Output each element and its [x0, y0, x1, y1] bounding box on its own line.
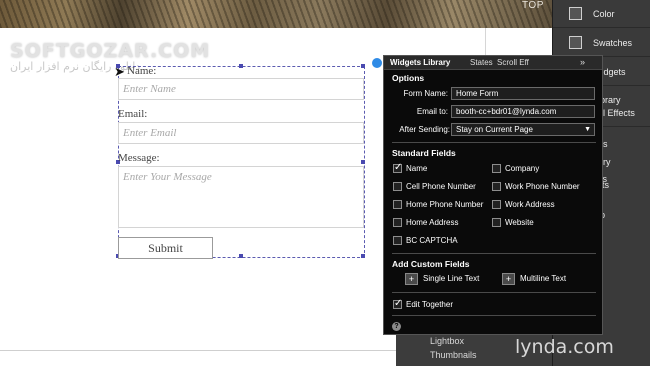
- help-icon[interactable]: ?: [392, 322, 401, 331]
- swatches-icon: [569, 36, 582, 49]
- submit-button[interactable]: Submit: [118, 237, 213, 259]
- divider: [392, 142, 596, 143]
- tray-item-thumbnails[interactable]: Thumbnails: [430, 350, 477, 360]
- form-name-input[interactable]: Home Form: [451, 87, 595, 100]
- widget-options-dot[interactable]: [372, 58, 382, 68]
- checkbox-home-address[interactable]: [393, 218, 402, 227]
- top-label: TOP: [522, 0, 544, 11]
- message-field[interactable]: Enter Your Message: [118, 166, 364, 228]
- header-photo-strip: [0, 0, 552, 28]
- checkbox-cell-phone[interactable]: [393, 182, 402, 191]
- add-multiline-button[interactable]: +: [502, 273, 515, 285]
- checkbox-website[interactable]: [492, 218, 501, 227]
- email-to-input[interactable]: booth-cc+bdr01@lynda.com: [451, 105, 595, 118]
- tab-widgets-library[interactable]: Widgets Library: [390, 58, 450, 67]
- tab-states[interactable]: States: [470, 58, 493, 67]
- checkbox-label-home-phone: Home Phone Number: [406, 200, 484, 209]
- panel-menu-icon[interactable]: »: [580, 57, 585, 67]
- resize-handle[interactable]: [361, 64, 365, 68]
- form-name-label: Form Name:: [403, 89, 448, 98]
- divider: [392, 292, 596, 293]
- checkbox-label-captcha: BC CAPTCHA: [406, 236, 458, 245]
- checkbox-edit-together[interactable]: [393, 298, 402, 309]
- resize-handle[interactable]: [239, 64, 243, 68]
- checkbox-label-work-phone: Work Phone Number: [505, 182, 580, 191]
- checkbox-work-phone[interactable]: [492, 182, 501, 191]
- tab-scroll-effects[interactable]: Scroll Eff: [497, 58, 529, 67]
- email-to-label: Email to:: [416, 107, 448, 116]
- resize-handle[interactable]: [361, 254, 365, 258]
- checkbox-label-home-address: Home Address: [406, 218, 459, 227]
- widgets-options-panel: Widgets Library States Scroll Eff » Opti…: [383, 55, 603, 335]
- edit-together-label: Edit Together: [406, 300, 453, 309]
- after-sending-select[interactable]: Stay on Current Page ▼: [451, 123, 595, 136]
- standard-fields-title: Standard Fields: [392, 148, 456, 158]
- message-label: Message:: [118, 152, 160, 164]
- options-title: Options: [392, 73, 425, 83]
- multiline-label: Multiline Text: [520, 274, 567, 283]
- resize-handle[interactable]: [239, 254, 243, 258]
- tray-item-lightbox[interactable]: Lightbox: [430, 336, 464, 346]
- checkbox-label-company: Company: [505, 164, 540, 173]
- checkbox-name[interactable]: [393, 162, 402, 173]
- checkbox-label-website: Website: [505, 218, 534, 227]
- chevron-down-icon: ▼: [584, 126, 591, 133]
- after-sending-value: Stay on Current Page: [456, 125, 533, 134]
- panel-item-swatches[interactable]: Swatches: [553, 29, 650, 57]
- resize-handle[interactable]: [361, 160, 365, 164]
- checkbox-label-work-address: Work Address: [505, 200, 555, 209]
- panel-item-color[interactable]: Color: [553, 0, 650, 28]
- name-label: Name:: [127, 65, 157, 77]
- checkbox-work-address[interactable]: [492, 200, 501, 209]
- name-field[interactable]: Enter Name: [118, 78, 364, 100]
- checkbox-captcha[interactable]: [393, 236, 402, 245]
- single-line-label: Single Line Text: [423, 274, 480, 283]
- checkbox-label-cell-phone: Cell Phone Number: [406, 182, 476, 191]
- lynda-logo: lynda.com: [515, 336, 614, 358]
- divider: [392, 315, 596, 316]
- email-field[interactable]: Enter Email: [118, 122, 364, 144]
- add-single-line-button[interactable]: +: [405, 273, 418, 285]
- panel-tabs: Widgets Library States Scroll Eff »: [384, 56, 602, 70]
- checkbox-company[interactable]: [492, 164, 501, 173]
- checkbox-home-phone[interactable]: [393, 200, 402, 209]
- watermark-brand: SOFTGOZAR.COM: [10, 40, 211, 62]
- color-icon: [569, 7, 582, 20]
- after-sending-label: After Sending:: [399, 125, 450, 134]
- divider: [392, 253, 596, 254]
- email-label: Email:: [118, 108, 148, 120]
- checkbox-label-name: Name: [406, 164, 428, 173]
- custom-fields-title: Add Custom Fields: [392, 259, 470, 269]
